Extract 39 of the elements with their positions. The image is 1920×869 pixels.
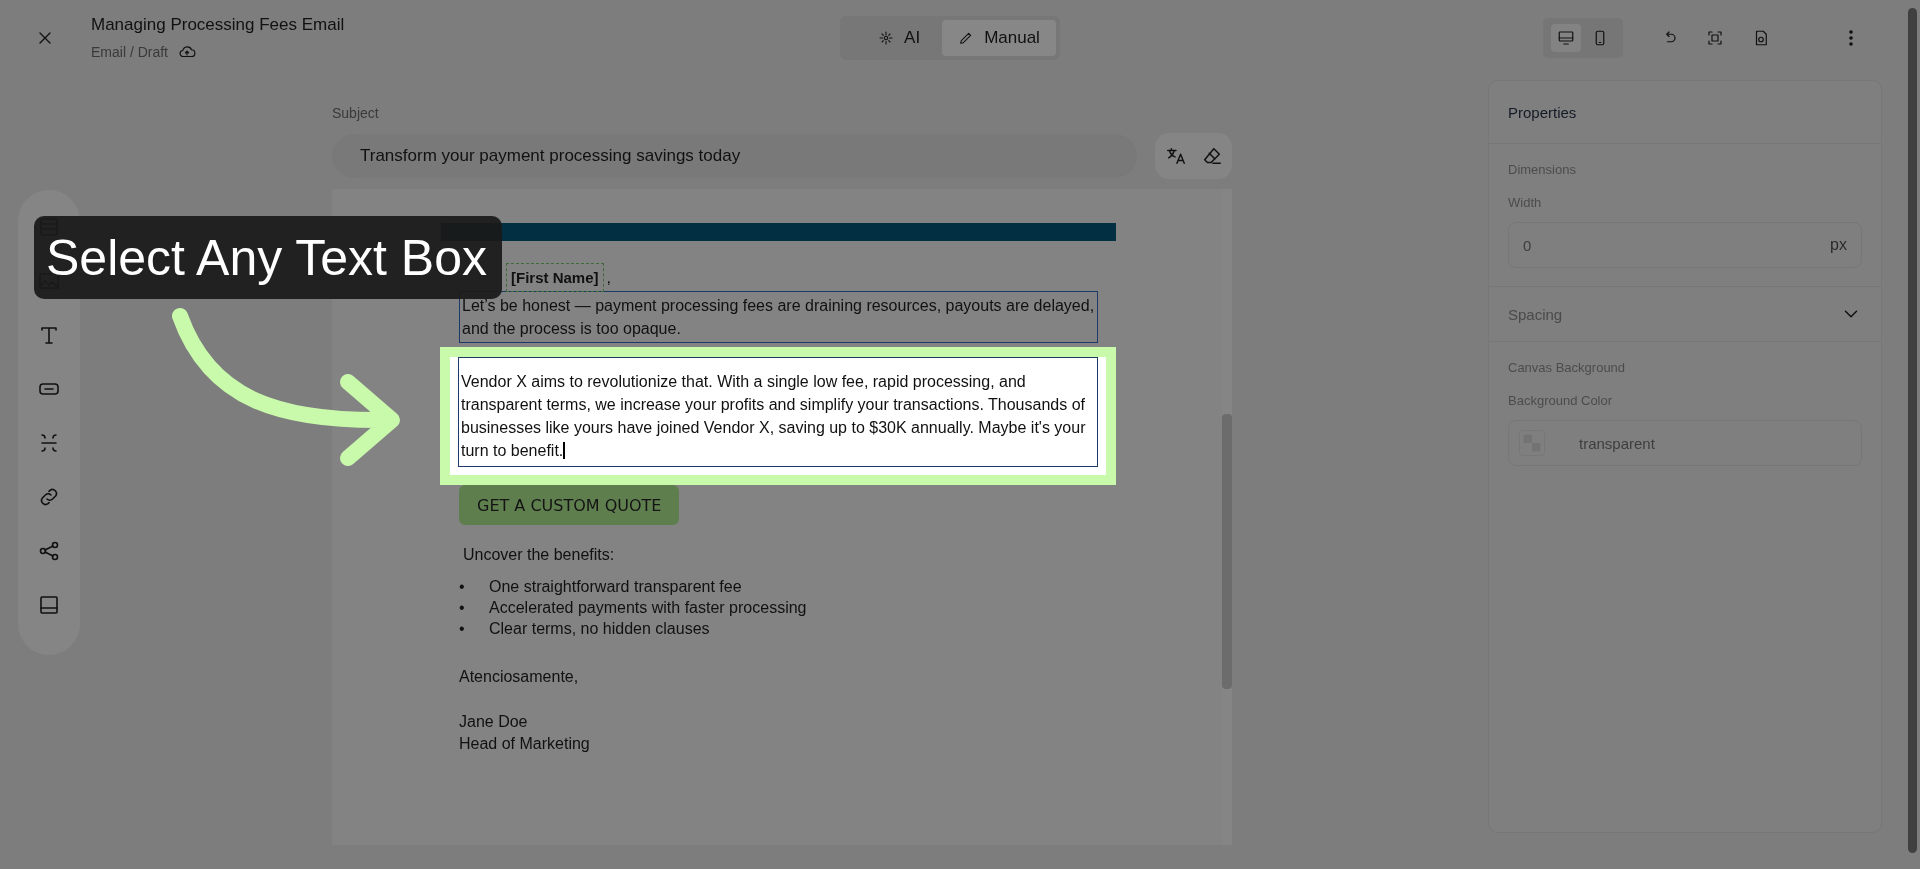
more-icon (1849, 29, 1853, 46)
benefits-heading: Uncover the benefits: (462, 545, 616, 565)
color-value: transparent (1579, 434, 1655, 452)
list-item: One straightforward transparent fee (489, 577, 742, 597)
device-button[interactable] (1551, 23, 1581, 52)
bullet: • (459, 577, 466, 597)
width-value: 0 (1523, 236, 1532, 254)
panel-title: Properties (1489, 81, 1881, 144)
frame-icon (1706, 28, 1724, 47)
greeting-text: , (606, 267, 611, 288)
signature-name: Jane Doe (459, 712, 529, 732)
document-title: Managing Processing Fees Email (91, 14, 345, 35)
field-label: Subject (332, 105, 380, 121)
list-item: Clear terms, no hidden clauses (489, 619, 710, 639)
bullet: • (459, 598, 466, 618)
color-field[interactable]: transparent (1508, 420, 1862, 466)
text-cursor (563, 442, 566, 459)
merge-tag: [First Name] (509, 265, 601, 289)
share-icon[interactable] (37, 539, 61, 563)
text-block[interactable]: Vendor X aims to revolutionize that. With a single low fee, rapid processing, and transparent terms, we increase your profits and simplify your transactions. Thousands of businesses like yours have joined Vendor X, saving up to $30K annually. Maybe it's your turn to benefit. (458, 357, 1098, 467)
scrollbar-thumb[interactable] (1908, 8, 1917, 853)
monitor-icon (1557, 28, 1575, 47)
scrollbar-thumb[interactable] (1222, 414, 1232, 689)
width-field[interactable]: 0 px (1508, 222, 1862, 268)
breadcrumb: Email / Draft (91, 43, 168, 60)
text-block[interactable]: Let’s be honest — payment processing fees are draining resources, payouts are delayed, and the process is too opaque. (459, 291, 1098, 343)
sparkle-icon (878, 29, 895, 46)
closing-text: Atenciosamente, (459, 667, 580, 687)
tour-tooltip: Select Any Text Box (34, 216, 502, 299)
unit-label: px (1830, 236, 1847, 254)
subject-field[interactable]: Transform your payment processing savings today (332, 134, 1137, 178)
translate-icon[interactable] (1164, 145, 1187, 167)
cta-button[interactable]: GET A CUSTOM QUOTE (459, 485, 680, 525)
mode-tab[interactable]: Manual (942, 19, 1056, 56)
mode-tab[interactable]: AI (844, 19, 937, 56)
bullet: • (459, 619, 466, 639)
footer-layout-icon[interactable] (37, 593, 61, 617)
signature-title: Head of Marketing (459, 734, 591, 754)
list-item: Accelerated payments with faster processing (489, 598, 807, 618)
